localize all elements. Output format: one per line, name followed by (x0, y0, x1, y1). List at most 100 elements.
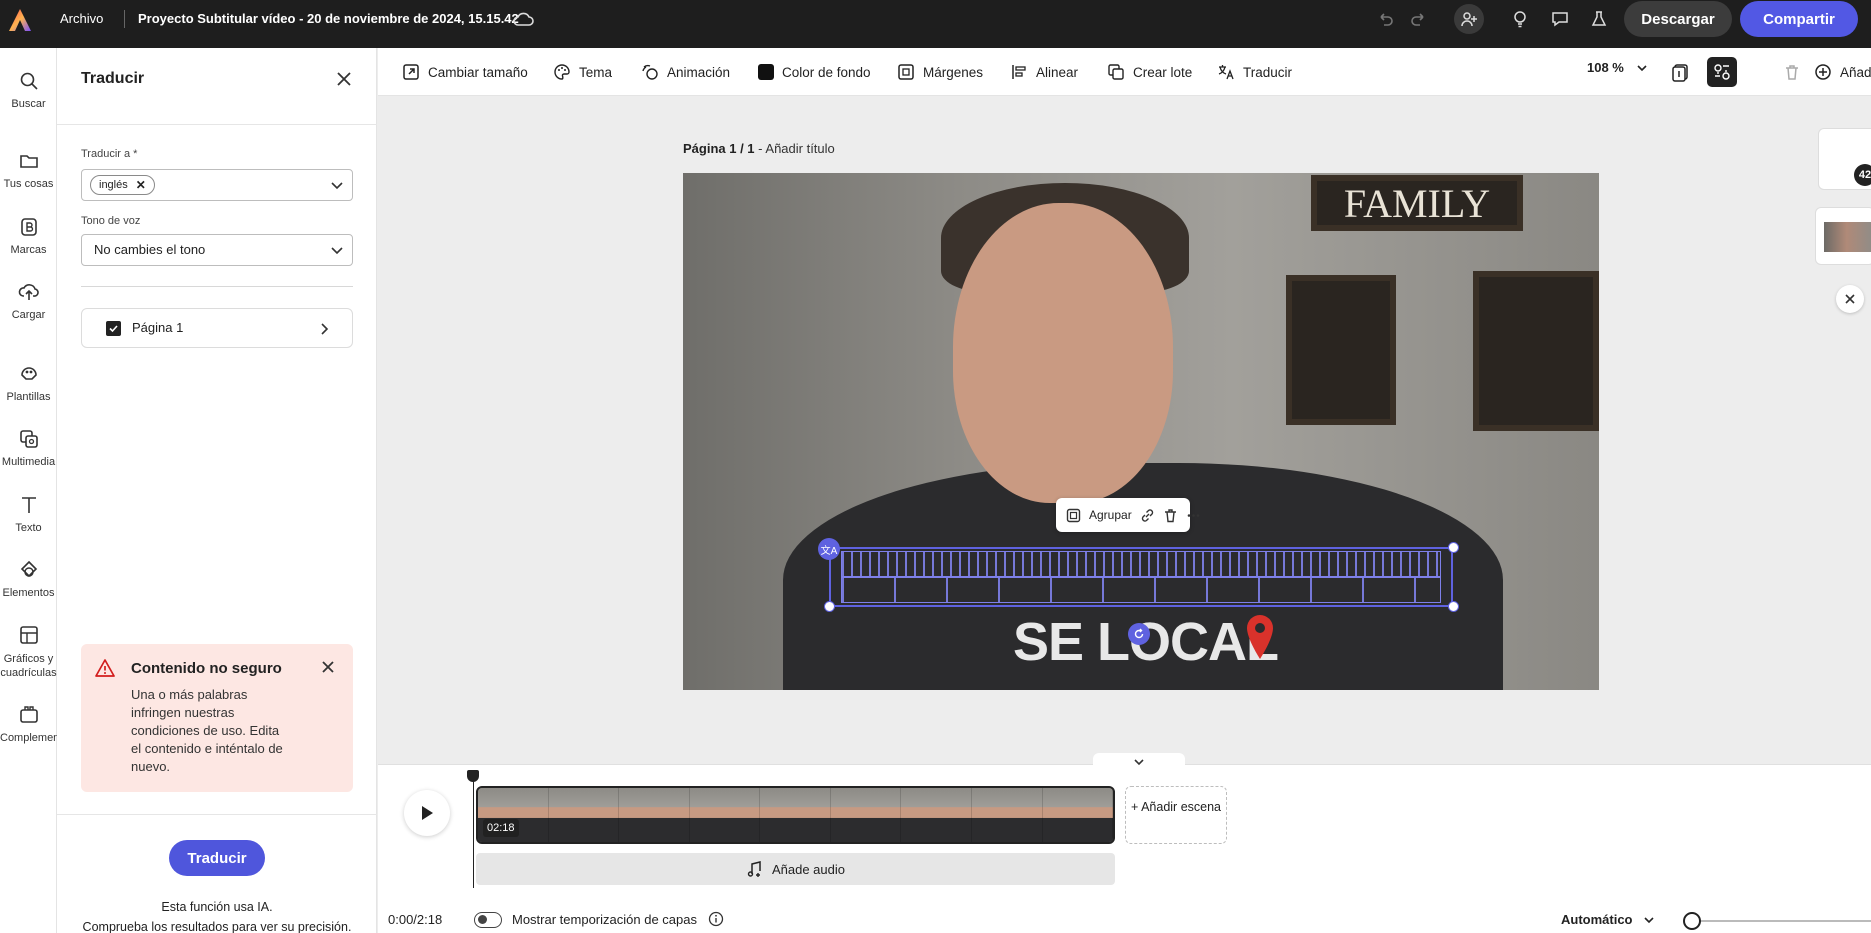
animation-tool[interactable]: Animación (641, 60, 730, 84)
toggle-knob (478, 915, 487, 924)
templates-icon (20, 367, 37, 380)
add-label: Añadi (1840, 64, 1871, 80)
timeline-zoom-slider[interactable] (1690, 920, 1871, 922)
panel-title: Traducir (81, 70, 145, 87)
rail-label: Buscar (11, 98, 46, 110)
link-icon[interactable] (1140, 506, 1155, 524)
rail-item-templates[interactable]: Plantillas (0, 363, 57, 403)
resize-handle[interactable] (824, 601, 835, 612)
comment-icon[interactable] (1545, 4, 1575, 34)
collapse-timeline-button[interactable] (1093, 753, 1185, 771)
align-tool[interactable]: Alinear (1010, 60, 1078, 84)
invite-icon[interactable] (1454, 4, 1484, 34)
divider (57, 814, 377, 815)
playhead[interactable] (473, 776, 474, 888)
chevron-down-icon (1134, 759, 1144, 766)
align-label: Alinear (1036, 64, 1079, 80)
add-scene-button[interactable]: + Añadir escena (1125, 786, 1227, 844)
info-icon[interactable] (708, 911, 724, 927)
animation-label: Animación (667, 64, 731, 80)
video-clip[interactable] (476, 786, 1115, 844)
chevron-down-icon (1637, 64, 1647, 71)
page-list-item[interactable]: Página 1 (81, 308, 353, 348)
redo-icon[interactable] (1404, 4, 1434, 34)
caption-line (841, 551, 1441, 577)
share-button[interactable]: Compartir (1740, 1, 1858, 37)
rail-item-addons[interactable]: Complementos (0, 704, 57, 744)
translate-panel: Traducir Traducir a * inglés ✕ Tono de v… (57, 48, 377, 933)
download-button[interactable]: Descargar (1624, 1, 1732, 37)
undo-icon[interactable] (1370, 4, 1400, 34)
adobe-express-logo[interactable] (6, 6, 34, 34)
rail-item-your-stuff[interactable]: Tus cosas (0, 150, 57, 190)
ai-note-line: Esta función usa IA. (161, 900, 273, 914)
tone-select[interactable]: No cambies el tono (81, 234, 353, 266)
translate-tool[interactable]: Traducir (1217, 60, 1292, 84)
add-button[interactable]: Añadi (1814, 60, 1871, 84)
close-icon[interactable] (319, 658, 337, 676)
caption-selection[interactable] (829, 547, 1453, 607)
pages-icon[interactable] (1668, 59, 1694, 85)
rail-item-charts[interactable]: Gráficos y cuadrículas (0, 624, 57, 680)
page-number: Página 1 / 1 (683, 141, 755, 156)
file-menu[interactable]: Archivo (60, 0, 103, 38)
language-chip[interactable]: inglés ✕ (90, 175, 155, 195)
alert-body: Una o más palabras infringen nuestras co… (131, 687, 283, 774)
layer-timing-toggle[interactable] (474, 912, 502, 928)
trash-icon[interactable] (1779, 59, 1805, 85)
rail-label: Gráficos y cuadrículas (0, 653, 57, 679)
clip-frame (1042, 788, 1113, 842)
background-color-label: Color de fondo (782, 64, 871, 80)
layers-icon[interactable] (1707, 57, 1737, 87)
project-title[interactable]: Proyecto Subtitular vídeo - 20 de noviem… (138, 0, 519, 38)
resize-icon (403, 64, 419, 80)
resize-handle[interactable] (1448, 601, 1459, 612)
remove-chip-icon[interactable]: ✕ (136, 176, 146, 194)
theme-tool[interactable]: Tema (553, 60, 612, 84)
rotate-icon[interactable] (1128, 623, 1150, 645)
margins-tool[interactable]: Márgenes (897, 60, 983, 84)
page-checkbox[interactable] (106, 321, 121, 336)
zoom-select[interactable]: 108 % (1587, 60, 1648, 75)
rail-label: Cargar (11, 309, 46, 321)
rail-item-search[interactable]: Buscar (0, 70, 57, 110)
group-icon[interactable] (1066, 506, 1081, 524)
rail-item-elements[interactable]: Elementos (0, 559, 57, 599)
translate-to-select[interactable]: inglés ✕ (81, 169, 353, 201)
clip-frame (830, 788, 902, 842)
play-button[interactable] (404, 790, 450, 836)
resize-tool[interactable]: Cambiar tamaño (402, 60, 528, 84)
page-item-label: Página 1 (132, 320, 184, 335)
close-icon[interactable] (333, 68, 355, 90)
page-label[interactable]: Página 1 / 1 - Añadir título (683, 141, 835, 156)
rail-item-upload[interactable]: Cargar (0, 281, 57, 321)
rail-item-brands[interactable]: Marcas (0, 216, 57, 256)
batch-tool[interactable]: Crear lote (1107, 60, 1192, 84)
slider-handle[interactable] (1683, 912, 1701, 930)
person-face (953, 203, 1173, 503)
selection-toolbar: Agrupar (1056, 498, 1200, 532)
brand-icon (20, 218, 37, 236)
group-label[interactable]: Agrupar (1089, 508, 1132, 522)
cloud-icon[interactable] (508, 4, 538, 34)
translate-button[interactable]: Traducir (169, 840, 265, 876)
more-icon[interactable] (1186, 506, 1201, 524)
add-audio-button[interactable]: Añade audio (476, 853, 1115, 885)
playhead-handle[interactable] (467, 770, 479, 782)
page-thumbnail-selected[interactable] (1815, 207, 1871, 265)
trash-icon[interactable] (1163, 506, 1178, 524)
rail-item-text[interactable]: Texto (0, 494, 57, 534)
resize-handle[interactable] (1448, 542, 1459, 553)
playback-mode-select[interactable]: Automático (1561, 912, 1655, 927)
theme-label: Tema (579, 64, 613, 80)
add-title-link[interactable]: - Añadir título (758, 141, 835, 156)
video-frame[interactable]: FAMILY SE LOCAL (683, 173, 1599, 690)
close-icon[interactable] (1836, 285, 1864, 313)
clip-frame (548, 788, 620, 842)
rail-item-media[interactable]: Multimedia (0, 428, 57, 468)
chevron-right-icon (321, 323, 329, 335)
lightbulb-icon[interactable] (1505, 4, 1535, 34)
lab-icon[interactable] (1584, 4, 1614, 34)
background-color-tool[interactable]: Color de fondo (758, 60, 871, 84)
check-icon (109, 325, 118, 333)
